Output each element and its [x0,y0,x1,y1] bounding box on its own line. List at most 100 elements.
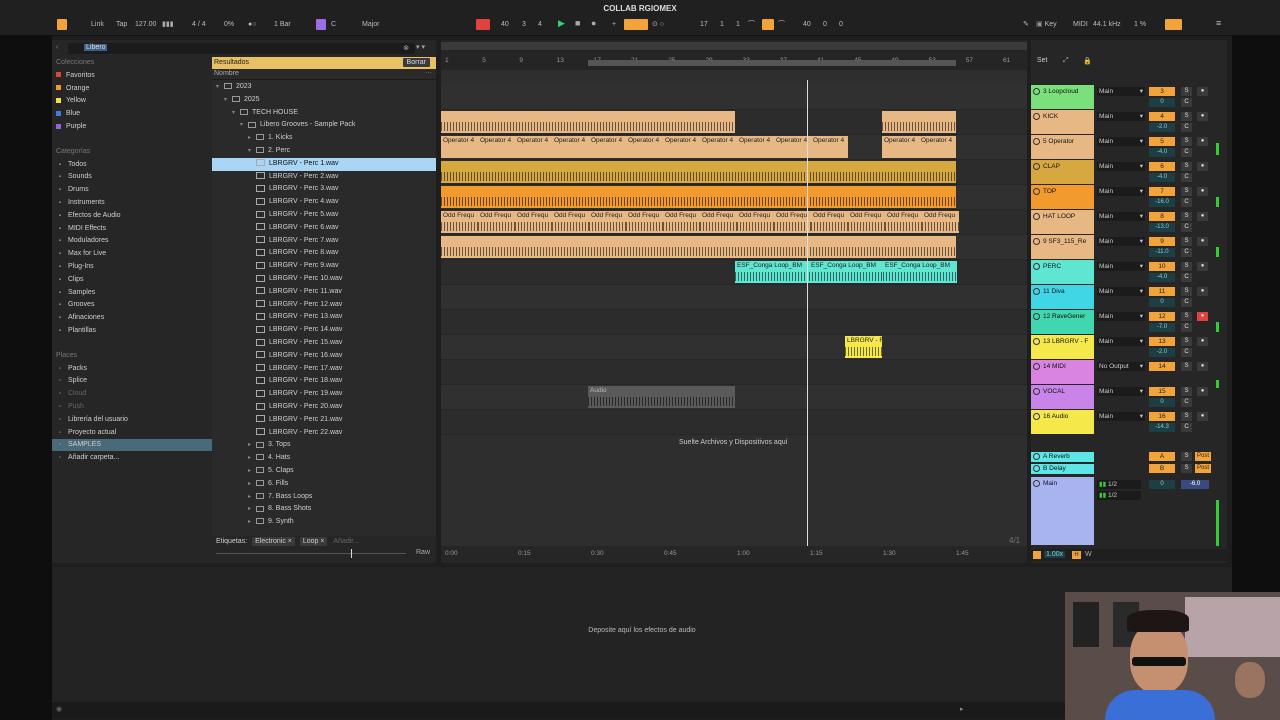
search-field[interactable]: Libero ⊗ [68,43,415,54]
pan-center-button[interactable]: C [1181,398,1192,407]
arrangement-clip[interactable]: Operator 4 [919,136,956,158]
tree-folder[interactable]: ▸ 9. Synth [212,516,436,529]
chevron-right-icon[interactable]: ▸ [248,132,256,145]
tap-button[interactable]: Tap [116,20,127,30]
loop-length-sixteenth[interactable]: 0 [839,20,843,30]
tree-file[interactable]: LBRGRV - Perc 13.wav [212,311,436,324]
collection-item[interactable]: Yellow [56,95,86,107]
return-letter[interactable]: B [1149,464,1175,473]
track-activator-icon[interactable] [1033,113,1040,120]
track-activator-icon[interactable] [1033,388,1040,395]
category-item[interactable]: ▪ Efectos de Audio [56,210,121,222]
key-map-button[interactable]: ▣ Key [1036,20,1064,30]
output-select[interactable]: Main ▾ [1097,262,1145,271]
pan-center-button[interactable]: C [1181,273,1192,282]
track-volume[interactable]: -7.0 [1149,323,1175,332]
arrangement-clip[interactable] [441,236,956,258]
track-number[interactable]: 11 [1149,287,1175,296]
solo-button[interactable]: S [1181,187,1192,196]
w-toggle-button[interactable]: W [1085,551,1092,558]
arrangement-clip[interactable]: Odd Frequ [737,211,774,233]
tree-file[interactable]: LBRGRV - Perc 5.wav [212,209,436,222]
arrangement-clip[interactable]: Odd Frequ [811,211,848,233]
arrangement-clip[interactable]: Operator 4 [626,136,663,158]
track-number[interactable]: 8 [1149,212,1175,221]
track-number[interactable]: 15 [1149,387,1175,396]
track-activator-icon[interactable] [1033,338,1040,345]
pan-center-button[interactable]: C [1181,298,1192,307]
clear-results-button[interactable]: Borrar [402,58,430,67]
track-number[interactable]: 14 [1149,362,1175,371]
track-activator-icon[interactable] [1033,188,1040,195]
tempo-field[interactable]: 127.00 [135,20,156,30]
tree-folder[interactable]: ▾ 2. Perc [212,145,436,158]
arm-button[interactable]: ● [1197,262,1208,271]
midi-map-button[interactable]: MIDI [1073,20,1088,30]
track-header[interactable]: KICK [1031,110,1094,134]
tree-folder[interactable]: ▾ 2023 [212,81,436,94]
loop-start-beat[interactable]: 1 [720,20,724,30]
category-item[interactable]: ▪ MIDI Effects [56,223,106,235]
output-select[interactable]: Main ▾ [1097,187,1145,196]
arrangement-clip[interactable]: Odd Frequ [515,211,552,233]
arrangement-clip[interactable]: LBRGRV - F [845,336,882,358]
zoom-field[interactable]: 1.00x [1044,551,1066,558]
link-button[interactable]: Link [91,20,104,30]
category-item[interactable]: ▪ Instruments [56,197,105,209]
add-tag-input[interactable]: Añadir... [333,538,359,545]
tree-folder[interactable]: ▸ 8. Bass Shots [212,503,436,516]
tree-folder[interactable]: ▸ 7. Bass Loops [212,491,436,504]
tree-file[interactable]: LBRGRV - Perc 8.wav [212,247,436,260]
output-select[interactable]: Main ▾ [1097,412,1145,421]
chevron-right-icon[interactable]: ▸ [248,439,256,452]
loop-length-beat[interactable]: 0 [823,20,827,30]
tree-file[interactable]: LBRGRV - Perc 11.wav [212,286,436,299]
arm-button[interactable]: ● [1197,412,1208,421]
collection-item[interactable]: Orange [56,83,89,95]
track-volume[interactable]: -4.0 [1149,148,1175,157]
category-item[interactable]: ▪ Todos [56,159,87,171]
h-toggle-button[interactable]: H [1072,551,1081,559]
return-letter[interactable]: A [1149,452,1175,461]
track-volume[interactable]: -13.0 [1149,223,1175,232]
tag-chip[interactable]: Electronic × [252,537,295,546]
arrangement-clip[interactable]: ESF_Conga Loop_BM [809,261,883,283]
category-item[interactable]: ▪ Plantillas [56,325,96,337]
chevron-right-icon[interactable]: ▸ [248,465,256,478]
solo-button[interactable]: S [1181,312,1192,321]
tree-file[interactable]: LBRGRV - Perc 20.wav [212,401,436,414]
view-toggle-button[interactable] [57,19,67,30]
tree-file[interactable]: LBRGRV - Perc 22.wav [212,427,436,440]
tree-folder[interactable]: ▾ Libero Grooves - Sample Pack [212,119,436,132]
category-item[interactable]: ▪ Plug-Ins [56,261,94,273]
track-header[interactable]: 13 LBRGRV - F [1031,335,1094,359]
output-select[interactable]: Main ▾ [1097,137,1145,146]
arrangement-clip[interactable]: Operator 4 [663,136,700,158]
expand-icon[interactable]: ⤢ [1063,57,1069,65]
arrangement-clip[interactable]: Odd Frequ [589,211,626,233]
stop-button[interactable]: ■ [575,18,580,28]
pan-center-button[interactable]: C [1181,123,1192,132]
track-activator-icon[interactable] [1033,138,1040,145]
arrangement-clip[interactable] [441,186,956,208]
arm-button[interactable]: ● [1197,137,1208,146]
loop-switch-button[interactable] [762,19,774,30]
track-activator-icon[interactable] [1033,163,1040,170]
category-item[interactable]: ▪ Clips [56,274,84,286]
preview-waveform[interactable] [216,549,406,558]
collection-item[interactable]: Blue [56,108,80,120]
clear-search-icon[interactable]: ⊗ [403,44,409,52]
search-input[interactable]: Libero [84,44,108,51]
arrangement-clip[interactable]: Operator 4 [882,136,919,158]
output-select[interactable]: Main ▾ [1097,212,1145,221]
place-item[interactable]: ▫ Packs [56,363,87,375]
track-activator-icon[interactable] [1033,213,1040,220]
arrangement-clip[interactable]: Operator 4 [478,136,515,158]
follow-button[interactable] [476,19,490,30]
column-options-icon[interactable]: ⋯ [425,69,432,77]
key-root-select[interactable]: C [331,20,336,30]
solo-button[interactable]: S [1181,262,1192,271]
arm-button[interactable]: ● [1197,112,1208,121]
chevron-down-icon[interactable]: ▾ [232,107,240,120]
chevron-right-icon[interactable]: ▸ [248,503,256,516]
